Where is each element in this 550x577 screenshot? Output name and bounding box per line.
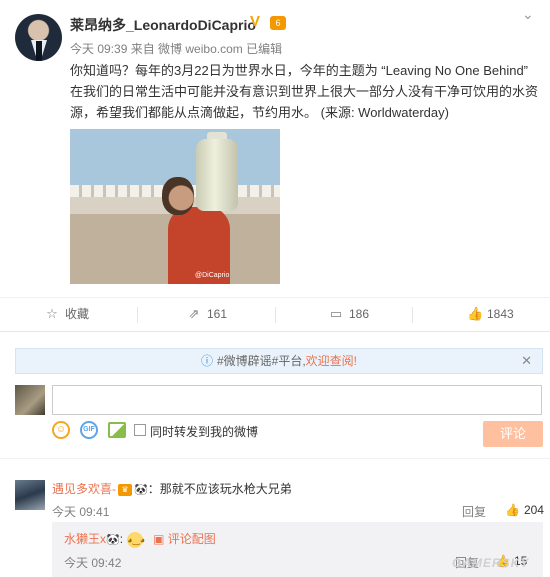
submit-comment-button[interactable]: 评论 (483, 421, 543, 447)
info-icon: ⓘ (200, 354, 213, 368)
commenter-name[interactable]: 遇见多欢喜- (52, 482, 116, 496)
repost-button[interactable]: ⇗ 161 (187, 298, 227, 332)
thumb-up-icon: 👍 (505, 503, 520, 517)
level-badge: ♛ (118, 483, 132, 496)
post-image[interactable]: @DiCaprio (70, 129, 280, 284)
comment-section: ⓘ #微博辟谣#平台,欢迎查阅! ✕ ☺ GIF 同时转发到我的微博 评论 遇见多… (0, 331, 550, 577)
divider (0, 458, 550, 459)
favorite-button[interactable]: ☆ 收藏 (45, 298, 89, 332)
verified-icon: V (250, 13, 261, 30)
panda-emoji-icon: 🐼 (134, 484, 148, 497)
comment-count: 186 (349, 307, 370, 321)
post-meta: 今天 09:39 来自 微博 weibo.com 已编辑 (70, 40, 282, 57)
avatar[interactable] (15, 480, 45, 510)
close-icon[interactable]: ✕ (521, 349, 532, 373)
gif-icon[interactable]: GIF (80, 421, 98, 439)
comment-icon: ▭ (329, 306, 343, 321)
weibo-post: 莱昂纳多_LeonardoDiCaprio V 6 ⌄ 今天 09:39 来自 … (0, 0, 550, 297)
my-avatar[interactable] (15, 385, 45, 415)
reply-button[interactable]: 回复 (462, 503, 486, 520)
level-badge[interactable]: 6 (270, 16, 286, 30)
image-icon[interactable] (108, 422, 126, 438)
thumb-up-icon: 👍 (467, 306, 484, 321)
star-icon: ☆ (46, 306, 58, 321)
comment-time: 今天 09:41 (52, 505, 110, 519)
emoji-icon[interactable]: ☺ (52, 421, 70, 439)
comment-content: 遇见多欢喜- ♛ 🐼：那就不应该玩水枪大兄弟 (52, 480, 292, 497)
notice-text: #微博辟谣#平台, (216, 354, 306, 368)
author-avatar[interactable] (15, 14, 62, 61)
divider (412, 307, 413, 323)
replier-name[interactable]: 水獭王x (64, 532, 106, 546)
action-bar: ☆ 收藏 ⇗ 161 ▭ 186 👍 1843 (0, 297, 550, 331)
panda-emoji-icon: 🐼 (106, 534, 120, 547)
comment-button[interactable]: ▭ 186 (329, 298, 369, 332)
repost-option-label[interactable]: 同时转发到我的微博 (150, 423, 258, 440)
divider (137, 307, 138, 323)
edited-label[interactable]: 已编辑 (246, 42, 282, 56)
reply-content: 水獭王x🐼: ◕‿◕ ▣ 评论配图 (64, 531, 216, 548)
repost-count: 161 (207, 307, 228, 321)
post-time[interactable]: 今天 09:39 (70, 42, 127, 56)
comment-image-link[interactable]: ▣ 评论配图 (153, 532, 216, 546)
site-watermark: GAMERSKY (452, 556, 530, 570)
chevron-down-icon[interactable]: ⌄ (522, 7, 542, 22)
rumor-notice: ⓘ #微博辟谣#平台,欢迎查阅! ✕ (15, 348, 543, 374)
author-name[interactable]: 莱昂纳多_LeonardoDiCaprio (70, 15, 256, 35)
comment-image-label: 评论配图 (167, 532, 216, 546)
notice-link[interactable]: 欢迎查阅! (306, 354, 357, 368)
like-count: 1843 (487, 307, 514, 321)
post-source: 来自 微博 weibo.com (130, 42, 243, 56)
reply-time: 今天 09:42 (64, 556, 122, 570)
repost-checkbox[interactable] (134, 424, 146, 436)
comment-input[interactable] (52, 385, 542, 415)
like-button[interactable]: 👍 1843 (467, 298, 514, 332)
comment-like-button[interactable]: 👍 204 (505, 503, 544, 517)
divider (275, 307, 276, 323)
comment-text: ：那就不应该玩水枪大兄弟 (147, 482, 292, 496)
comment-like-count: 204 (523, 503, 544, 517)
image-icon: ▣ (153, 532, 168, 546)
image-watermark: @DiCaprio (195, 272, 230, 279)
favorite-label: 收藏 (65, 307, 90, 321)
post-text: 你知道吗？每年的3月22日为世界水日，今年的主题为 “Leaving No On… (70, 63, 539, 120)
face-emoji-icon: ◕‿◕ (127, 531, 145, 548)
repost-icon: ⇗ (188, 306, 200, 321)
